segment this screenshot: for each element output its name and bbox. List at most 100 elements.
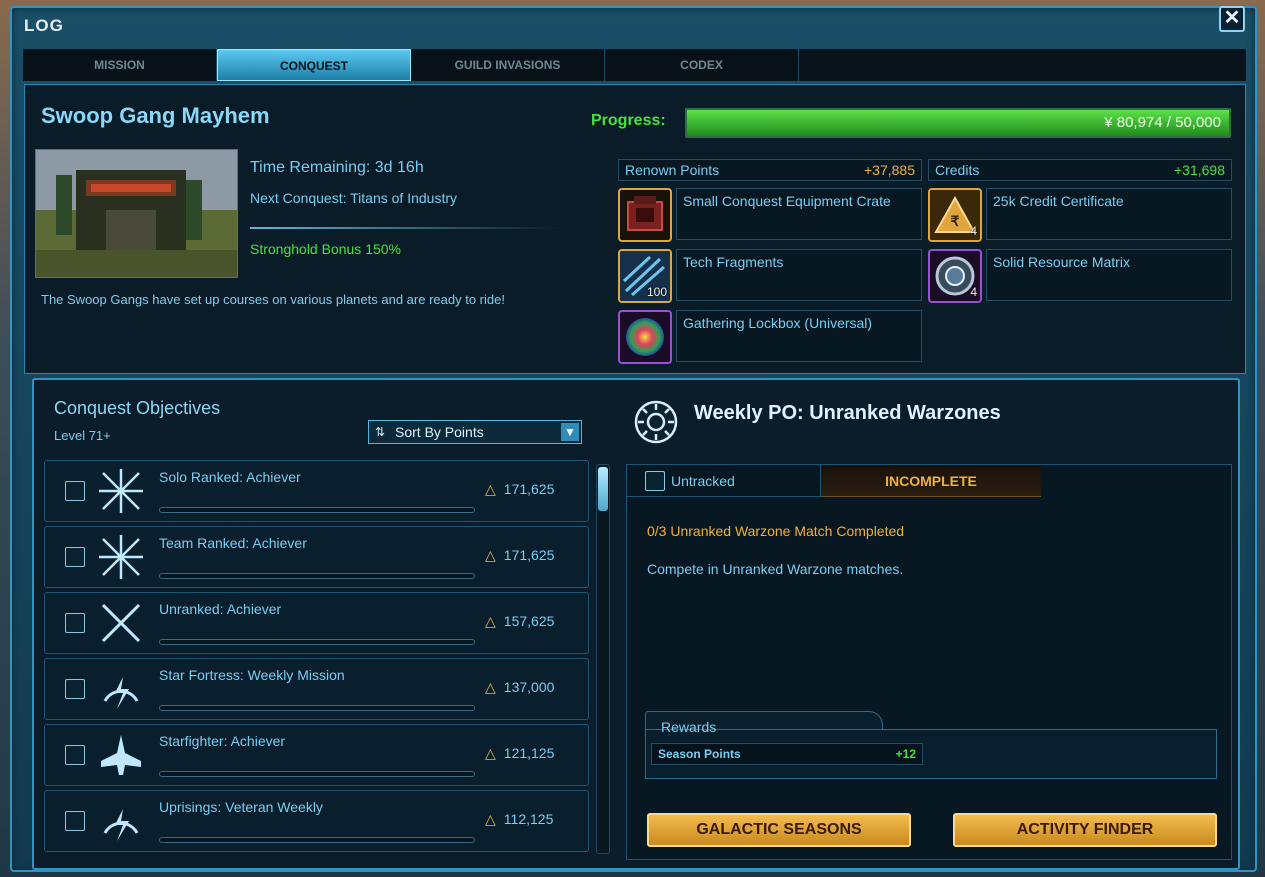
reward-quantity: 4 xyxy=(970,285,977,299)
untracked-label: Untracked xyxy=(671,473,735,489)
objective-points: 171,625 xyxy=(503,481,555,497)
untracked-toggle[interactable]: Untracked xyxy=(627,465,821,497)
tab-mission[interactable]: MISSION xyxy=(23,49,217,81)
conquest-points-icon: △ xyxy=(485,811,496,827)
next-conquest: Next Conquest: Titans of Industry xyxy=(250,190,457,206)
conquest-points-icon: △ xyxy=(485,481,496,497)
objectives-level: Level 71+ xyxy=(54,428,111,443)
starfighter-icon xyxy=(97,731,145,779)
reward-quantity: 100 xyxy=(646,285,667,299)
objective-progress-bar xyxy=(159,573,475,579)
season-points-label: Season Points xyxy=(658,747,741,761)
credits-label: Credits xyxy=(935,162,980,178)
log-window: LOG ✕ MISSION CONQUEST GUILD INVASIONS C… xyxy=(10,6,1257,872)
objective-points: 157,625 xyxy=(503,613,555,629)
objective-points: 112,125 xyxy=(503,811,554,827)
season-points-reward: Season Points +12 xyxy=(651,743,923,765)
track-checkbox[interactable] xyxy=(65,745,85,765)
conquest-summary-panel: Swoop Gang Mayhem Time Remaining: 3d 16h… xyxy=(24,84,1246,374)
reward-name: 25k Credit Certificate xyxy=(986,188,1232,240)
divider xyxy=(250,227,562,229)
renown-points-value: +37,885 xyxy=(864,162,915,178)
svg-text:₹: ₹ xyxy=(951,213,960,229)
conquest-image xyxy=(35,149,238,278)
objective-row[interactable]: Star Fortress: Weekly Mission △ 137,000 xyxy=(44,658,589,720)
objective-row[interactable]: Team Ranked: Achiever △ 171,625 xyxy=(44,526,589,588)
objectives-list: Solo Ranked: Achiever △ 171,625 Team Rank… xyxy=(44,460,589,855)
objective-progress-bar xyxy=(159,507,475,513)
objective-points: 137,000 xyxy=(503,679,555,695)
weekly-po-icon xyxy=(632,398,680,446)
activity-finder-button[interactable]: ACTIVITY FINDER xyxy=(953,813,1217,847)
objective-detail-title: Weekly PO: Unranked Warzones xyxy=(694,402,1001,424)
stronghold-bonus: Stronghold Bonus 150% xyxy=(250,241,401,257)
galactic-seasons-button[interactable]: GALACTIC SEASONS xyxy=(647,813,911,847)
lightning-gauge-icon xyxy=(97,797,145,845)
lightning-gauge-icon xyxy=(97,665,145,713)
rewards-label: Rewards xyxy=(661,719,717,735)
chevron-down-icon[interactable]: ▼ xyxy=(561,423,579,441)
reward-name: Solid Resource Matrix xyxy=(986,249,1232,301)
reward-quantity: 4 xyxy=(970,224,977,238)
game-background: LOG ✕ MISSION CONQUEST GUILD INVASIONS C… xyxy=(0,0,1265,877)
conquest-points-icon: △ xyxy=(485,745,496,761)
reward-item[interactable]: Small Conquest Equipment Crate xyxy=(618,188,922,242)
objectives-scrollbar[interactable] xyxy=(596,464,610,854)
reward-item[interactable]: Gathering Lockbox (Universal) xyxy=(618,310,922,364)
objective-row[interactable]: Starfighter: Achiever △ 121,125 xyxy=(44,724,589,786)
track-checkbox[interactable] xyxy=(65,811,85,831)
progress-bar: ¥ 80,974 / 50,000 xyxy=(685,108,1231,138)
reward-name: Gathering Lockbox (Universal) xyxy=(676,310,922,362)
progress-label: Progress: xyxy=(591,112,666,129)
objective-name: Unranked: Achiever xyxy=(159,601,282,617)
objectives-panel: Conquest Objectives Level 71+ ⇅ Sort By … xyxy=(32,378,1240,870)
objective-row[interactable]: Unranked: Achiever △ 157,625 xyxy=(44,592,589,654)
crossed-sabers-icon xyxy=(97,533,145,581)
objective-name: Team Ranked: Achiever xyxy=(159,535,307,551)
sort-icon: ⇅ xyxy=(375,425,386,439)
credit-certificate-icon: ₹ 4 xyxy=(928,188,982,242)
objective-name: Starfighter: Achiever xyxy=(159,733,286,749)
reward-item[interactable]: ₹ 4 25k Credit Certificate xyxy=(928,188,1232,242)
tab-guild-invasions[interactable]: GUILD INVASIONS xyxy=(411,49,605,81)
reward-name: Small Conquest Equipment Crate xyxy=(676,188,922,240)
objective-name: Solo Ranked: Achiever xyxy=(159,469,301,485)
track-checkbox[interactable] xyxy=(65,547,85,567)
untracked-checkbox[interactable] xyxy=(645,471,665,491)
renown-points-box: Renown Points +37,885 xyxy=(618,159,922,181)
reward-item[interactable]: 4 Solid Resource Matrix xyxy=(928,249,1232,303)
track-checkbox[interactable] xyxy=(65,481,85,501)
objective-name: Star Fortress: Weekly Mission xyxy=(159,667,345,683)
objectives-title: Conquest Objectives xyxy=(54,398,221,418)
track-checkbox[interactable] xyxy=(65,679,85,699)
objective-row[interactable]: Uprisings: Veteran Weekly △ 112,125 xyxy=(44,790,589,852)
reward-name: Tech Fragments xyxy=(676,249,922,301)
tab-bar: MISSION CONQUEST GUILD INVASIONS CODEX xyxy=(22,48,1247,82)
objective-points: 121,125 xyxy=(503,745,555,761)
tab-conquest[interactable]: CONQUEST xyxy=(217,49,411,81)
objective-progress-bar xyxy=(159,837,475,843)
crossed-sabers-icon xyxy=(97,467,145,515)
time-remaining: Time Remaining: 3d 16h xyxy=(250,159,424,176)
credits-value: +31,698 xyxy=(1174,162,1225,178)
scrollbar-thumb[interactable] xyxy=(598,467,608,511)
season-points-value: +12 xyxy=(895,747,916,761)
window-title: LOG xyxy=(24,16,64,35)
objective-progress-text: 0/3 Unranked Warzone Match Completed xyxy=(647,523,905,539)
reward-item[interactable]: 100 Tech Fragments xyxy=(618,249,922,303)
tab-codex[interactable]: CODEX xyxy=(605,49,799,81)
conquest-points-icon: ¥ xyxy=(1104,114,1117,131)
renown-points-label: Renown Points xyxy=(625,162,720,178)
lockbox-icon xyxy=(618,310,672,364)
conquest-title: Swoop Gang Mayhem xyxy=(41,103,270,128)
objective-name: Uprisings: Veteran Weekly xyxy=(159,799,323,815)
sort-label: Sort By Points xyxy=(395,424,484,440)
track-checkbox[interactable] xyxy=(65,613,85,633)
progress-value: 80,974 / 50,000 xyxy=(1116,114,1221,131)
close-button[interactable]: ✕ xyxy=(1219,6,1245,32)
tech-fragments-icon: 100 xyxy=(618,249,672,303)
objective-row[interactable]: Solo Ranked: Achiever △ 171,625 xyxy=(44,460,589,522)
crate-icon xyxy=(618,188,672,242)
conquest-description: The Swoop Gangs have set up courses on v… xyxy=(41,292,505,307)
sort-dropdown[interactable]: ⇅ Sort By Points ▼ xyxy=(368,420,582,444)
